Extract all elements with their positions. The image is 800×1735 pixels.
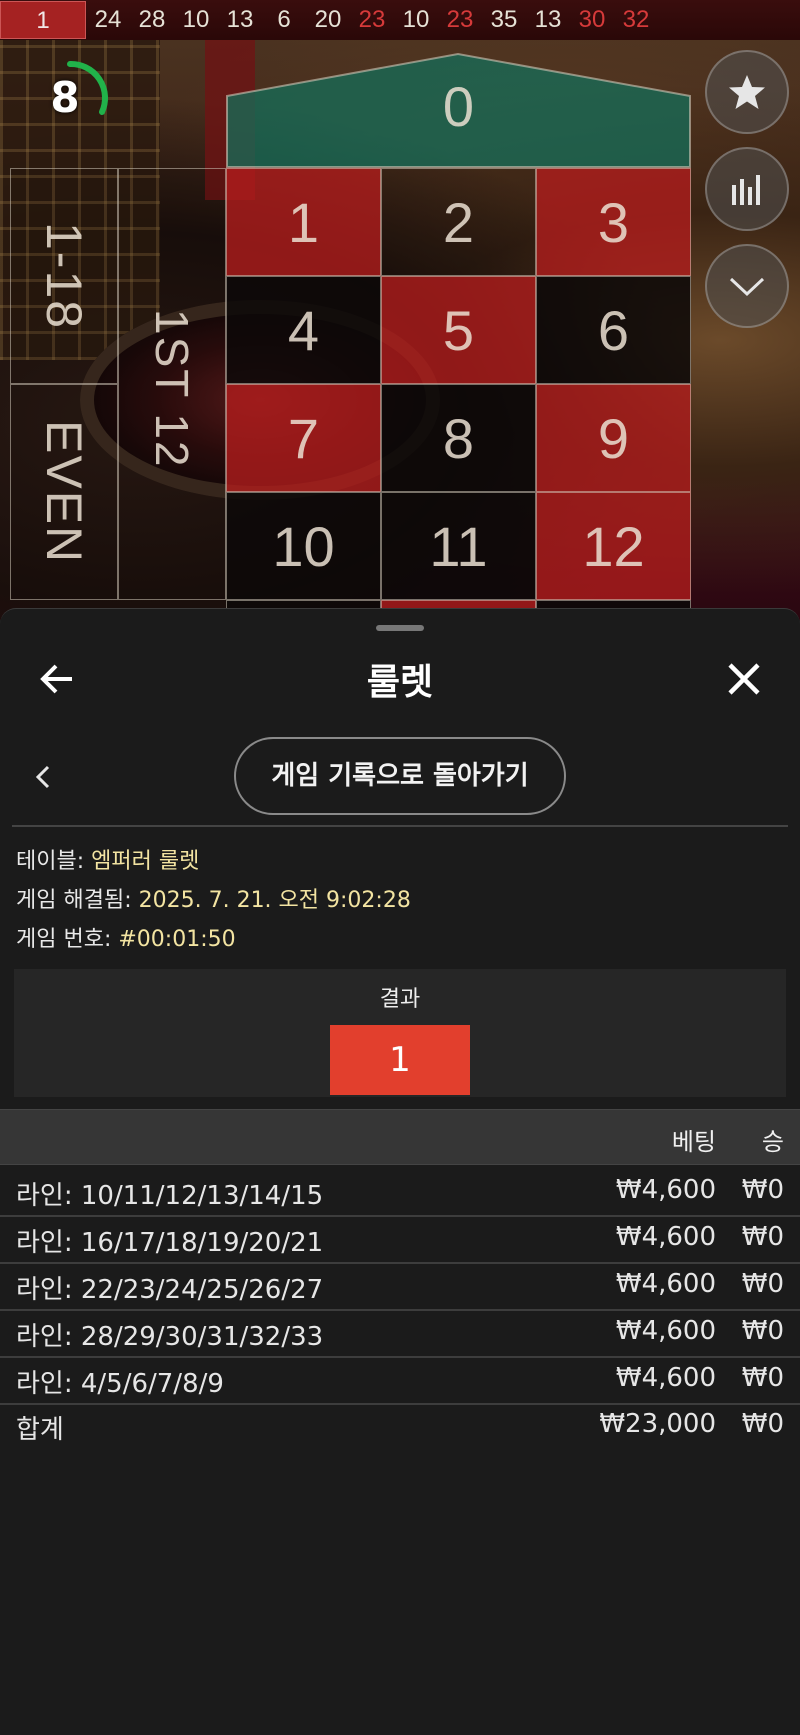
table-value: 엠퍼러 룰렛: [91, 849, 200, 874]
close-icon: [728, 663, 760, 695]
bet-spot-number[interactable]: 11: [381, 492, 536, 600]
win-amount: ₩0: [741, 1269, 784, 1299]
bet-amount: ₩4,600: [615, 1316, 716, 1346]
bet-spot-number[interactable]: 2: [381, 168, 536, 276]
history-number: 1: [0, 1, 86, 39]
bet-row: 라인: 4/5/6/7/8/9 ₩4,600 ₩0: [0, 1357, 800, 1405]
zero-label: 0: [442, 75, 475, 138]
history-number: 10: [182, 6, 210, 33]
total-win: ₩0: [741, 1409, 784, 1439]
chevron-down-icon: [729, 277, 765, 297]
collapse-button[interactable]: [705, 244, 789, 328]
bet-spot-number[interactable]: 7: [226, 384, 381, 492]
resolved-info: 게임 해결됨: 2025. 7. 21. 오전 9:02:28: [16, 882, 411, 914]
sheet-drag-handle[interactable]: [376, 625, 424, 631]
bet-spot-number[interactable]: 3: [536, 168, 691, 276]
chevron-left-icon: [35, 765, 50, 789]
bet-name: 라인: 16/17/18/19/20/21: [16, 1228, 324, 1258]
win-amount: ₩0: [741, 1222, 784, 1252]
history-number: 24: [94, 6, 122, 33]
low-bet-label: 1-18: [36, 221, 92, 331]
sheet-title: 룰렛: [366, 662, 434, 703]
timer-value: 8: [50, 73, 80, 122]
history-number: 30: [578, 6, 606, 33]
history-number: 23: [446, 6, 474, 33]
bet-row: 라인: 16/17/18/19/20/21 ₩4,600 ₩0: [0, 1216, 800, 1264]
result-number: 1: [330, 1025, 470, 1095]
bet-spot-number[interactable]: 5: [381, 276, 536, 384]
game-number-label: 게임 번호:: [16, 927, 119, 952]
even-bet-label: EVEN: [36, 419, 92, 565]
resolved-label: 게임 해결됨:: [16, 888, 139, 913]
bet-row: 라인: 28/29/30/31/32/33 ₩4,600 ₩0: [0, 1310, 800, 1358]
countdown-timer: 8: [30, 58, 110, 138]
bet-amount: ₩4,600: [615, 1363, 716, 1393]
bet-name: 라인: 22/23/24/25/26/27: [16, 1275, 324, 1305]
bet-amount: ₩4,600: [615, 1222, 716, 1252]
bet-spot-dozen-1[interactable]: 1ST 12: [118, 168, 226, 600]
history-number: 23: [358, 6, 386, 33]
history-number: 13: [534, 6, 562, 33]
bet-spot-low[interactable]: 1-18: [10, 168, 118, 384]
bet-name: 라인: 10/11/12/13/14/15: [16, 1181, 324, 1211]
bet-amount: ₩4,600: [615, 1269, 716, 1299]
bet-name: 라인: 28/29/30/31/32/33: [16, 1322, 324, 1352]
bet-row: 라인: 10/11/12/13/14/15 ₩4,600 ₩0: [0, 1169, 800, 1217]
bet-spot-number[interactable]: 10: [226, 492, 381, 600]
win-amount: ₩0: [741, 1175, 784, 1205]
total-row: 합계 ₩23,000 ₩0: [0, 1403, 800, 1449]
stats-icon: [732, 175, 760, 205]
history-number: 32: [622, 6, 650, 33]
star-icon: [729, 75, 765, 109]
game-number-info: 게임 번호: #00:01:50: [16, 921, 236, 953]
bet-column-header: 베팅: [671, 1128, 716, 1156]
result-panel: 결과 1: [14, 969, 786, 1097]
result-history-strip: 1 24 28 10 13 6 20 23 10 23 35 13 30 32: [0, 0, 800, 40]
win-amount: ₩0: [741, 1363, 784, 1393]
history-number: 20: [314, 6, 342, 33]
bets-table-header: 베팅 승: [0, 1109, 800, 1165]
game-history-sheet: 룰렛 게임 기록으로 돌아가기 테이블: 엠퍼러 룰렛 게임 해결됨: 2025…: [0, 608, 800, 1735]
bet-spot-number[interactable]: 4: [226, 276, 381, 384]
bet-name: 라인: 4/5/6/7/8/9: [16, 1369, 224, 1399]
history-number: 13: [226, 6, 254, 33]
total-label: 합계: [16, 1415, 64, 1445]
previous-button[interactable]: [30, 757, 54, 797]
dozen-bet-label: 1ST 12: [146, 309, 198, 469]
bet-spot-number[interactable]: 6: [536, 276, 691, 384]
bet-spot-zero[interactable]: 0: [226, 52, 691, 168]
history-number: 28: [138, 6, 166, 33]
bet-spot-number[interactable]: 8: [381, 384, 536, 492]
table-info: 테이블: 엠퍼러 룰렛: [16, 843, 199, 875]
bet-amount: ₩4,600: [615, 1175, 716, 1205]
bet-spot-number[interactable]: 12: [536, 492, 691, 600]
statistics-button[interactable]: [705, 147, 789, 231]
result-title: 결과: [379, 987, 421, 1012]
bet-row: 라인: 22/23/24/25/26/27 ₩4,600 ₩0: [0, 1263, 800, 1311]
total-bet: ₩23,000: [599, 1409, 716, 1439]
back-to-history-button[interactable]: 게임 기록으로 돌아가기: [234, 737, 566, 815]
close-button[interactable]: [722, 657, 766, 701]
favorite-button[interactable]: [705, 50, 789, 134]
win-amount: ₩0: [741, 1316, 784, 1346]
history-number: 6: [277, 6, 291, 33]
game-number-value: #00:01:50: [118, 927, 236, 952]
history-number: 35: [490, 6, 518, 33]
bet-spot-number[interactable]: 9: [536, 384, 691, 492]
win-column-header: 승: [761, 1128, 784, 1156]
history-number: 10: [402, 6, 430, 33]
divider: [12, 825, 788, 827]
bet-spot-even[interactable]: EVEN: [10, 384, 118, 600]
bet-spot-number[interactable]: 1: [226, 168, 381, 276]
resolved-value: 2025. 7. 21. 오전 9:02:28: [138, 888, 411, 913]
table-label: 테이블:: [16, 849, 92, 874]
